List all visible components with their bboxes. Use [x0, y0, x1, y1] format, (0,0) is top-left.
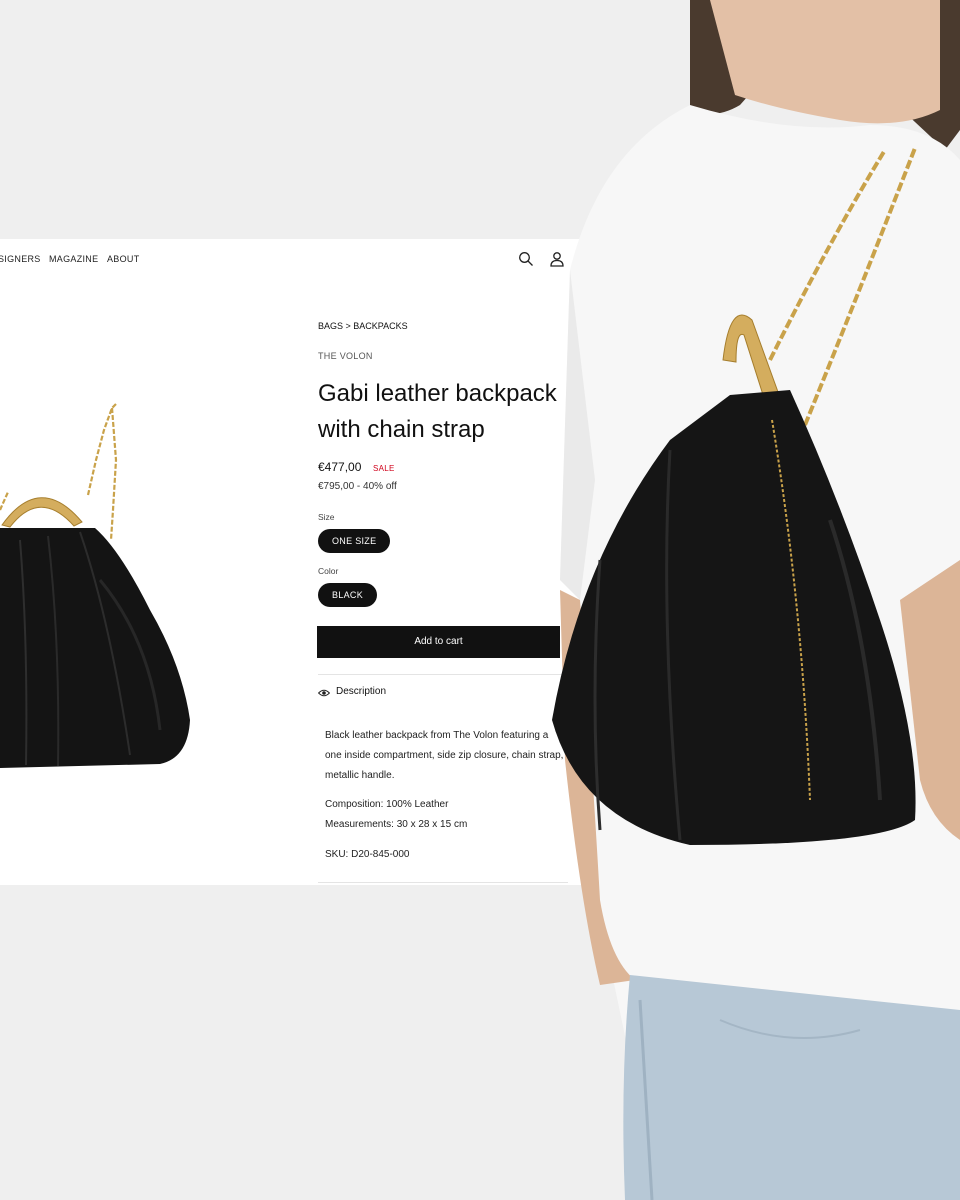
original-price: €795,00 - 40% off — [318, 481, 397, 492]
description-heading: Description — [336, 686, 387, 697]
sku-text: SKU: D20-845-000 — [325, 849, 410, 860]
breadcrumb[interactable]: BAGS > BACKPACKS — [318, 321, 408, 331]
composition-text: Composition: 100% Leather — [325, 799, 449, 810]
divider — [318, 882, 568, 883]
nav-item-designers[interactable]: SIGNERS — [0, 254, 41, 264]
eye-icon — [318, 689, 330, 697]
divider — [318, 674, 568, 675]
nav-item-about[interactable]: ABOUT — [107, 254, 140, 264]
size-label: Size — [318, 512, 335, 522]
color-label: Color — [318, 566, 339, 576]
add-to-cart-button[interactable]: Add to cart — [317, 626, 560, 658]
size-option-one-size[interactable]: ONE SIZE — [318, 529, 391, 553]
measurements-text: Measurements: 30 x 28 x 15 cm — [325, 819, 468, 830]
product-title: Gabi leather backpack with chain strap — [318, 380, 557, 443]
description-text: Black leather backpack from The Volon fe… — [325, 730, 564, 781]
current-price: €477,00 — [318, 460, 362, 474]
color-option-black[interactable]: BLACK — [318, 583, 378, 607]
model-photo — [552, 0, 960, 1200]
brand-name[interactable]: THE VOLON — [318, 351, 373, 361]
sale-badge: SALE — [373, 464, 395, 473]
nav-item-magazine[interactable]: MAGAZINE — [49, 254, 98, 264]
search-icon[interactable] — [518, 251, 534, 267]
product-image[interactable] — [0, 400, 200, 770]
